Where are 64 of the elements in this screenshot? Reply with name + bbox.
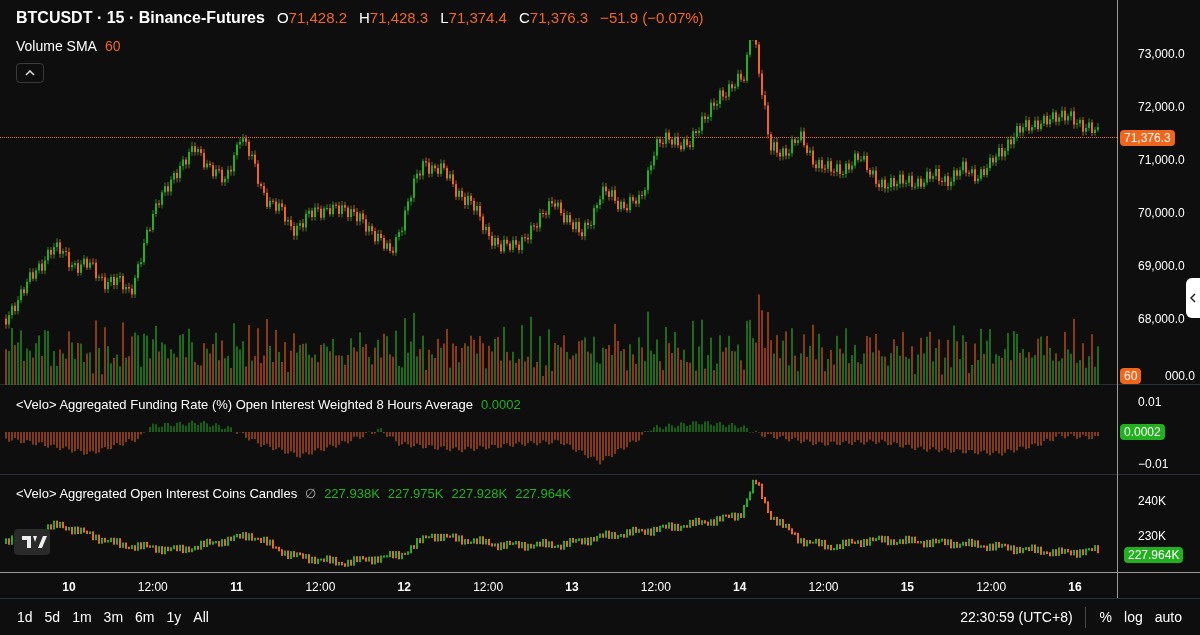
scale-button[interactable]: % xyxy=(1093,606,1119,628)
ohlc-label: H xyxy=(359,7,370,28)
ohlc-value: 71,428.2 xyxy=(288,7,347,28)
range-button[interactable]: 1m xyxy=(67,606,97,628)
collapse-button[interactable] xyxy=(16,63,44,83)
range-button[interactable]: 5d xyxy=(39,606,66,628)
oi-badge: 227.964K xyxy=(1124,547,1184,563)
time-label: 16 xyxy=(1067,579,1083,596)
time-label: 12:00 xyxy=(304,579,337,596)
price-tick: 000.0 xyxy=(1165,368,1196,385)
range-button[interactable]: 6m xyxy=(130,606,160,628)
time-label: 14 xyxy=(732,579,748,596)
time-label: 13 xyxy=(564,579,580,596)
indicator-title: <Velo> Aggregated Open Interest Coins Candles xyxy=(16,485,298,503)
price-change: −51.9 (−0.07%) xyxy=(600,7,704,28)
time-label: 12:00 xyxy=(639,579,672,596)
indicator-title: <Velo> Aggregated Funding Rate (%) Open Interest Weighted 8 Hours Average xyxy=(16,396,473,414)
indicator-value: 0.0002 xyxy=(481,396,521,414)
funding-tick: 0.01 xyxy=(1138,394,1162,411)
range-button[interactable]: 1d xyxy=(12,606,38,628)
price-tick: 71,000.0 xyxy=(1138,152,1185,169)
indicator-value: 227.964K xyxy=(515,485,571,503)
null-symbol: ∅ xyxy=(305,485,317,503)
ohlc-label: C xyxy=(518,7,530,28)
ohlc-value: 71,374.4 xyxy=(448,7,507,28)
price-tick: 72,000.0 xyxy=(1138,99,1185,116)
ohlc-value: 71,376.3 xyxy=(529,7,589,28)
time-label: 11 xyxy=(229,579,244,596)
price-tick: 73,000.0 xyxy=(1138,46,1185,63)
indicator-value: 60 xyxy=(104,37,121,56)
indicator-name: Volume SMA xyxy=(16,37,97,56)
funding-badge: 0.0002 xyxy=(1120,424,1165,440)
oi-tick: 230K xyxy=(1138,528,1167,545)
time-label: 10 xyxy=(61,579,77,596)
logo-icon xyxy=(14,529,50,555)
oi-tick: 240K xyxy=(1138,493,1167,510)
chevron-left-icon xyxy=(1190,293,1196,303)
price-tick: 69,000.0 xyxy=(1138,258,1185,275)
clock-text: 22:30:59 (UTC+8) xyxy=(960,606,1086,628)
expand-panel-button[interactable] xyxy=(1186,278,1200,318)
range-button[interactable]: All xyxy=(188,606,214,628)
ohlc-label: O xyxy=(276,7,289,28)
scale-button[interactable]: auto xyxy=(1148,606,1188,628)
indicator-value: 227.975K xyxy=(387,485,444,503)
scale-button[interactable]: log xyxy=(1118,606,1149,628)
chevron-up-icon xyxy=(25,70,35,76)
ohlc-label: L xyxy=(440,7,449,28)
price-tick: 70,000.0 xyxy=(1138,205,1185,222)
range-button[interactable]: 3m xyxy=(98,606,129,628)
time-label: 12:00 xyxy=(975,579,1008,596)
last-price-badge: 71,376.3 xyxy=(1120,130,1175,146)
volume-badge: 60 xyxy=(1120,368,1142,384)
indicator-value: 227.928K xyxy=(451,485,508,503)
symbol-title: BTCUSDT · 15 · Binance-Futures xyxy=(16,8,265,28)
funding-tick: −0.01 xyxy=(1138,456,1169,473)
ohlc-value: 71,428.3 xyxy=(369,7,429,28)
indicator-value: 227.938K xyxy=(324,485,380,503)
time-label: 12 xyxy=(396,579,412,596)
time-label: 12:00 xyxy=(136,579,169,596)
price-tick: 68,000.0 xyxy=(1138,311,1185,328)
time-label: 12:00 xyxy=(807,579,840,596)
time-label: 15 xyxy=(899,579,916,596)
range-button[interactable]: 1y xyxy=(161,606,187,628)
time-label: 12:00 xyxy=(472,579,505,596)
